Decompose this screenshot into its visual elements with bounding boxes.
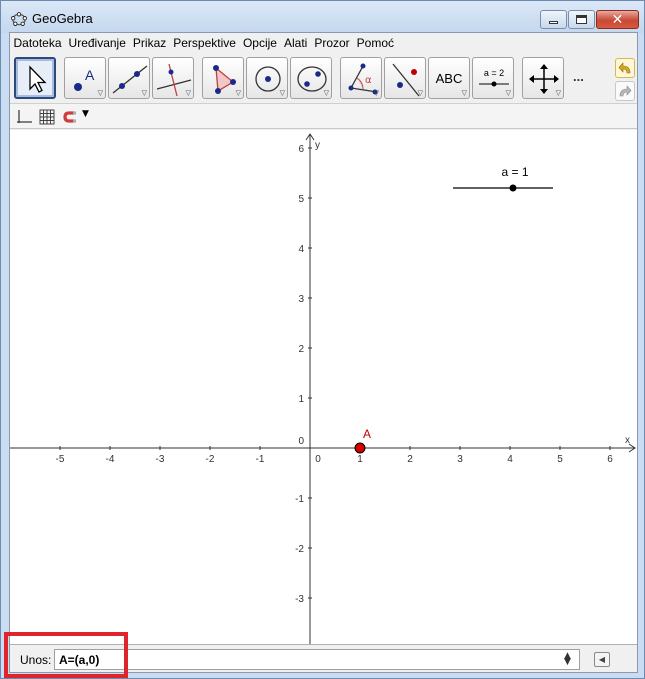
y-tick-label: 3 (298, 294, 304, 305)
x-tick-label: 3 (457, 454, 463, 465)
menu-prozor[interactable]: Prozor (312, 36, 352, 50)
reflect-tool[interactable]: ▽ (384, 57, 426, 99)
x-tick-label: 6 (607, 454, 613, 465)
point-a-label: A (363, 427, 371, 441)
menu-prikaz[interactable]: Prikaz (130, 36, 168, 50)
toolbar: A ▽ ▽ ▽ ▽ ▽ ▽ α ▽ ▽ ABC ▽ a = 2 ▽ ▽ ... (10, 55, 637, 103)
undo-button[interactable] (615, 58, 635, 78)
x-tick-label: 4 (507, 454, 513, 465)
x-tick-label: -4 (106, 454, 115, 465)
move-graphics-view-tool[interactable]: ▽ (522, 57, 564, 99)
x-tick-label: -5 (56, 454, 65, 465)
application-window: GeoGebra ✕ Datoteka Uređivanje Prikaz Pe… (0, 0, 645, 679)
x-tick-label: -3 (156, 454, 165, 465)
slider-knob (509, 184, 517, 192)
y-axis-name: y (315, 140, 320, 151)
y-tick-label: 4 (298, 244, 304, 255)
y-tick-label: 5 (298, 194, 304, 205)
point-capturing-magnet-icon[interactable] (61, 108, 79, 126)
y-tick-label: 1 (298, 394, 304, 405)
x-axis-name: x (625, 435, 630, 446)
maximize-button[interactable] (568, 10, 595, 29)
slider-tool-label: a = 2 (484, 68, 504, 78)
x-tick-label: 2 (407, 454, 413, 465)
show-grid-icon[interactable] (38, 108, 56, 126)
close-button[interactable]: ✕ (596, 10, 639, 29)
redo-icon (619, 85, 632, 97)
x-tick-label: 5 (557, 454, 563, 465)
point-tool[interactable]: A ▽ (64, 57, 106, 99)
y-tick-label: -3 (295, 594, 304, 605)
title-bar: GeoGebra ✕ (1, 1, 644, 33)
y-tick-label: 0 (298, 436, 304, 447)
x-tick-label: -2 (206, 454, 215, 465)
x-tick-label: -1 (256, 454, 265, 465)
text-tool[interactable]: ABC ▽ (428, 57, 470, 99)
input-history-arrows-icon[interactable]: ▲ ▼ (564, 652, 571, 667)
perpendicular-line-tool[interactable]: ▽ (152, 57, 194, 99)
menu-alati[interactable]: Alati (281, 36, 309, 50)
menu-perspektive[interactable]: Perspektive (171, 36, 239, 50)
point-a (354, 442, 366, 454)
circle-tool[interactable]: ▽ (246, 57, 288, 99)
slider-label: a = 1 (501, 165, 528, 179)
svg-text:α: α (365, 75, 372, 86)
redo-button[interactable] (615, 81, 635, 101)
style-bar: ▼ (10, 103, 637, 129)
more-tools-button[interactable]: ... (573, 69, 584, 84)
line-tool[interactable]: ▽ (108, 57, 150, 99)
input-bar: Unos: ▲▼ ◀ (10, 646, 637, 672)
menu-bar: Datoteka Uređivanje Prikaz Perspektive O… (10, 33, 637, 53)
menu-pomoc[interactable]: Pomoć (354, 36, 396, 50)
minimize-button[interactable] (540, 10, 567, 29)
help-toggle-icon: ◀ (598, 655, 606, 664)
input-field[interactable] (54, 649, 580, 670)
show-axes-icon[interactable] (15, 108, 33, 126)
undo-icon (618, 62, 631, 74)
close-icon: ✕ (611, 11, 624, 28)
move-tool[interactable] (14, 57, 56, 99)
x-tick-label: 0 (315, 454, 321, 465)
coordinate-plane: x y -5 -4 -3 -2 -1 0 1 2 3 4 5 6 6 5 4 3 2 1 0 -1 -2 -3 a = 1 A (10, 133, 636, 644)
client-area: Datoteka Uređivanje Prikaz Perspektive O… (9, 32, 638, 673)
point-capturing-dropdown-icon[interactable]: ▼ (82, 109, 89, 119)
graphics-view[interactable]: x y -5 -4 -3 -2 -1 0 1 2 3 4 5 6 6 5 4 3 2 1 0 -1 -2 -3 a = 1 A (10, 130, 637, 645)
input-help-button[interactable]: ◀ (594, 652, 610, 667)
y-tick-label: 2 (298, 344, 304, 355)
y-tick-label: -1 (295, 494, 304, 505)
svg-text:A: A (85, 67, 95, 83)
input-label: Unos: (20, 653, 52, 667)
minimize-icon (549, 21, 558, 24)
angle-tool[interactable]: α ▽ (340, 57, 382, 99)
y-tick-label: 6 (298, 144, 304, 155)
menu-uredivanje[interactable]: Uređivanje (66, 36, 128, 50)
x-tick-label: 1 (357, 454, 363, 465)
menu-datoteka[interactable]: Datoteka (11, 36, 64, 50)
y-tick-label: -2 (295, 544, 304, 555)
menu-opcije[interactable]: Opcije (240, 36, 279, 50)
arrow-pointer-icon (29, 65, 47, 93)
geogebra-logo-icon (11, 12, 27, 26)
window-title: GeoGebra (32, 11, 93, 26)
slider-tool[interactable]: a = 2 ▽ (472, 57, 514, 99)
maximize-icon (576, 15, 587, 24)
polygon-tool[interactable]: ▽ (202, 57, 244, 99)
conic-tool[interactable]: ▽ (290, 57, 332, 99)
